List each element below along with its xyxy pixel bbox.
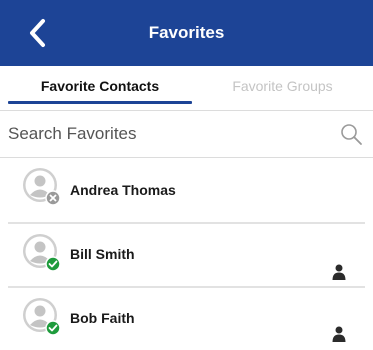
search-bar xyxy=(0,110,373,158)
contact-name: Andrea Thomas xyxy=(70,182,176,198)
avatar xyxy=(23,234,61,272)
chevron-left-icon xyxy=(30,19,45,47)
tab-favorite-groups[interactable]: Favorite Groups xyxy=(192,66,373,106)
person-icon xyxy=(332,326,346,342)
tab-favorite-contacts[interactable]: Favorite Contacts xyxy=(8,66,192,106)
page-title: Favorites xyxy=(148,23,225,42)
avatar xyxy=(23,168,61,206)
back-button[interactable] xyxy=(20,16,54,50)
tab-bar: Favorite Contacts Favorite Groups xyxy=(0,66,373,106)
avatar xyxy=(23,298,61,336)
online-check-icon xyxy=(45,256,61,272)
app-header: Favorites xyxy=(0,0,373,66)
active-tab-indicator xyxy=(8,101,192,104)
contact-row[interactable]: Bill Smith xyxy=(0,224,373,286)
search-input[interactable] xyxy=(8,117,328,151)
contact-name: Bob Faith xyxy=(70,310,135,326)
contact-row[interactable]: Andrea Thomas xyxy=(0,158,373,220)
search-icon[interactable] xyxy=(339,122,363,146)
person-icon xyxy=(332,264,346,280)
contact-name: Bill Smith xyxy=(70,246,135,262)
offline-x-icon xyxy=(45,190,61,206)
online-check-icon xyxy=(45,320,61,336)
